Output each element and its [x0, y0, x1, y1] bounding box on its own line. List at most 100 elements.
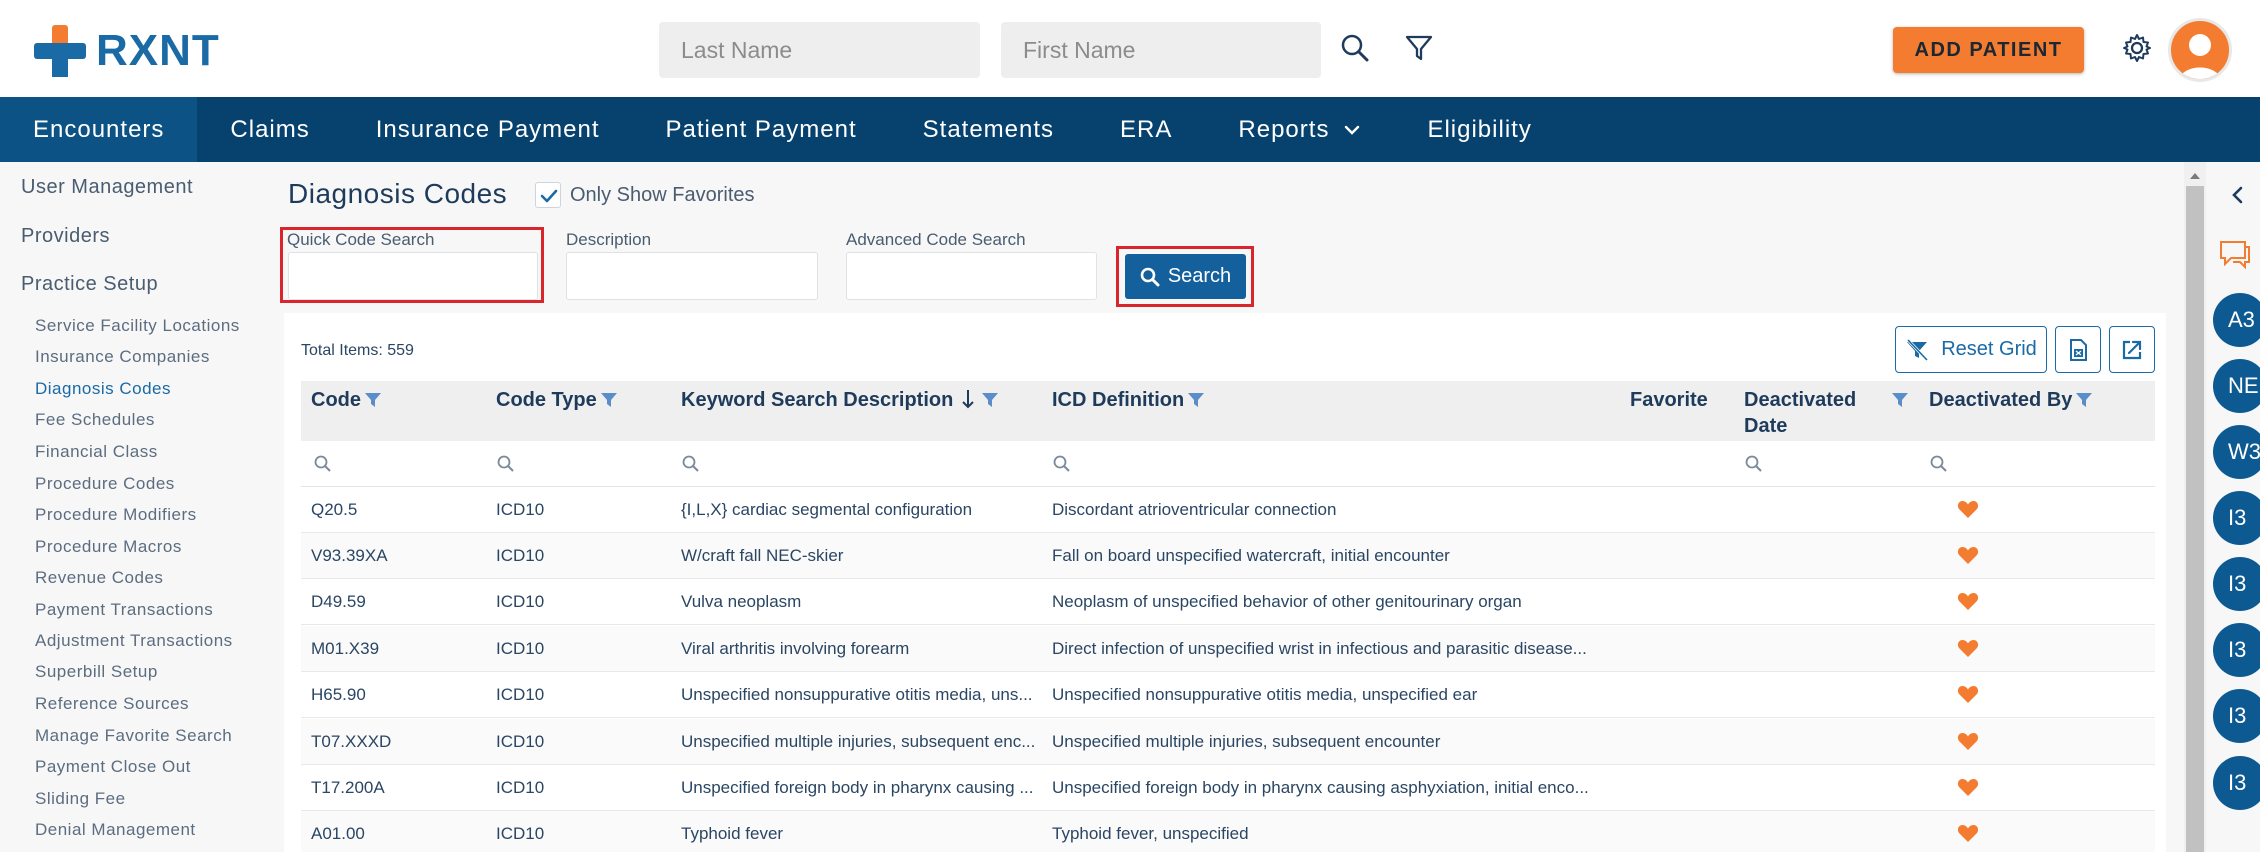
col-deactivated-by[interactable]: Deactivated By [1929, 381, 2093, 413]
sidebar-item-superbill-setup[interactable]: Superbill Setup [35, 662, 158, 682]
user-bubble[interactable]: I3 [2213, 689, 2260, 743]
rxnt-logo[interactable]: RXNT [34, 24, 220, 78]
cell-type: ICD10 [496, 685, 545, 704]
table-row[interactable]: M01.X39 ICD10 Viral arthritis involving fo… [301, 626, 2155, 672]
search-icon[interactable] [496, 454, 516, 474]
user-bubble[interactable]: NE [2213, 359, 2260, 413]
col-code[interactable]: Code [311, 381, 382, 413]
user-bubble[interactable]: W3 [2213, 425, 2260, 479]
table-row[interactable]: V93.39XA ICD10 W/craft fall NEC-skier Fall … [301, 533, 2155, 579]
column-filter-icon[interactable] [1891, 391, 1909, 409]
last-name-input[interactable]: Last Name [659, 22, 980, 78]
scroll-up-arrow-icon[interactable] [2184, 166, 2206, 186]
cell-icd: Direct infection of unspecified wrist in… [1052, 639, 1587, 658]
spreadsheet-icon [2070, 338, 2087, 361]
table-row[interactable]: A01.00 ICD10 Typhoid fever Typhoid fever, u… [301, 811, 2155, 852]
nav-reports[interactable]: Reports [1205, 97, 1394, 162]
sidebar-item-procedure-codes[interactable]: Procedure Codes [35, 474, 175, 494]
sidebar-item-sliding-fee[interactable]: Sliding Fee [35, 789, 126, 809]
search-icon[interactable] [313, 454, 333, 474]
search-icon[interactable] [1744, 454, 1764, 474]
favorite-heart-icon[interactable] [1957, 777, 1979, 797]
sidebar-item-denial-management[interactable]: Denial Management [35, 820, 196, 840]
nav-eligibility[interactable]: Eligibility [1394, 97, 1564, 162]
sidebar-item-reference-sources[interactable]: Reference Sources [35, 694, 189, 714]
column-filter-icon[interactable] [1187, 391, 1205, 409]
favorite-heart-icon[interactable] [1957, 731, 1979, 751]
cell-type: ICD10 [496, 592, 545, 611]
column-filter-icon[interactable] [2075, 391, 2093, 409]
scroll-thumb[interactable] [2186, 186, 2204, 852]
sidebar-item-procedure-modifiers[interactable]: Procedure Modifiers [35, 505, 197, 525]
favorite-heart-icon[interactable] [1957, 499, 1979, 519]
col-keyword-description-label: Keyword Search Description [681, 389, 954, 411]
sidebar-item-fee-schedules[interactable]: Fee Schedules [35, 410, 155, 430]
column-filter-icon[interactable] [600, 391, 618, 409]
only-favorites-checkbox[interactable] [535, 182, 561, 208]
first-name-input[interactable]: First Name [1001, 22, 1321, 78]
sidebar-item-service-facility-locations[interactable]: Service Facility Locations [35, 316, 240, 336]
sidebar-item-revenue-codes[interactable]: Revenue Codes [35, 568, 163, 588]
col-code-type[interactable]: Code Type [496, 381, 618, 413]
table-row[interactable]: T07.XXXD ICD10 Unspecified multiple injuri… [301, 719, 2155, 765]
filter-icon[interactable] [1403, 32, 1435, 64]
chat-icon[interactable] [2218, 238, 2252, 270]
user-bubble[interactable]: I3 [2213, 491, 2260, 545]
user-bubble[interactable]: I3 [2213, 756, 2260, 810]
sidebar-item-adjustment-transactions[interactable]: Adjustment Transactions [35, 631, 233, 651]
table-row[interactable]: Q20.5 ICD10 {I,L,X} cardiac segmental conf… [301, 487, 2155, 533]
sidebar-item-diagnosis-codes[interactable]: Diagnosis Codes [35, 379, 171, 399]
nav-insurance-payment[interactable]: Insurance Payment [343, 97, 633, 162]
sidebar-item-payment-close-out[interactable]: Payment Close Out [35, 757, 191, 777]
add-patient-button[interactable]: ADD PATIENT [1893, 27, 2084, 73]
user-bubble[interactable]: A3 [2213, 293, 2260, 347]
sidebar-item-manage-favorite-search[interactable]: Manage Favorite Search [35, 726, 232, 746]
sidebar-practice-setup[interactable]: Practice Setup [21, 273, 158, 296]
cell-desc: Typhoid fever [681, 824, 784, 843]
search-icon[interactable] [1339, 32, 1371, 64]
column-filter-icon[interactable] [364, 391, 382, 409]
user-bubble[interactable]: I3 [2213, 557, 2260, 611]
sidebar-item-procedure-macros[interactable]: Procedure Macros [35, 537, 182, 557]
favorite-heart-icon[interactable] [1957, 591, 1979, 611]
user-bubble[interactable]: I3 [2213, 623, 2260, 677]
search-icon[interactable] [1929, 454, 1949, 474]
search-icon[interactable] [681, 454, 701, 474]
col-deactivated-date[interactable]: Deactivated Date [1744, 381, 1856, 439]
table-row[interactable]: D49.59 ICD10 Vulva neoplasm Neoplasm of uns… [301, 579, 2155, 625]
favorite-heart-icon[interactable] [1957, 638, 1979, 658]
cell-icd: Typhoid fever, unspecified [1052, 824, 1249, 843]
nav-statements[interactable]: Statements [890, 97, 1087, 162]
export-excel-button[interactable] [2055, 326, 2101, 373]
description-input[interactable] [566, 252, 818, 300]
chevron-left-icon[interactable] [2227, 184, 2249, 206]
sidebar-providers[interactable]: Providers [21, 225, 110, 248]
user-avatar[interactable] [2168, 18, 2232, 82]
favorite-heart-icon[interactable] [1957, 545, 1979, 565]
nav-patient-payment[interactable]: Patient Payment [633, 97, 890, 162]
sidebar-item-insurance-companies[interactable]: Insurance Companies [35, 347, 210, 367]
col-favorite[interactable]: Favorite [1630, 381, 1708, 413]
nav-era[interactable]: ERA [1087, 97, 1205, 162]
main-nav: Encounters Claims Insurance Payment Pati… [0, 97, 2260, 162]
column-filter-icon[interactable] [981, 391, 999, 409]
reset-grid-button[interactable]: Reset Grid [1895, 326, 2047, 373]
favorite-heart-icon[interactable] [1957, 684, 1979, 704]
table-row[interactable]: H65.90 ICD10 Unspecified nonsuppurative ot… [301, 672, 2155, 718]
search-icon[interactable] [1052, 454, 1072, 474]
only-favorites-label: Only Show Favorites [570, 184, 755, 206]
nav-encounters[interactable]: Encounters [0, 97, 198, 162]
sidebar-item-financial-class[interactable]: Financial Class [35, 442, 158, 462]
gear-icon[interactable] [2121, 32, 2153, 64]
advanced-code-search-input[interactable] [846, 252, 1097, 300]
sidebar-user-management[interactable]: User Management [21, 176, 193, 199]
export-icon [2122, 340, 2142, 359]
sidebar-item-payment-transactions[interactable]: Payment Transactions [35, 600, 213, 620]
sort-down-arrow-icon[interactable] [961, 388, 975, 410]
table-row[interactable]: T17.200A ICD10 Unspecified foreign body in… [301, 765, 2155, 811]
col-icd-definition[interactable]: ICD Definition [1052, 381, 1205, 413]
col-keyword-description[interactable]: Keyword Search Description [681, 381, 999, 413]
nav-claims[interactable]: Claims [197, 97, 342, 162]
export-button[interactable] [2109, 326, 2155, 373]
favorite-heart-icon[interactable] [1957, 823, 1979, 843]
